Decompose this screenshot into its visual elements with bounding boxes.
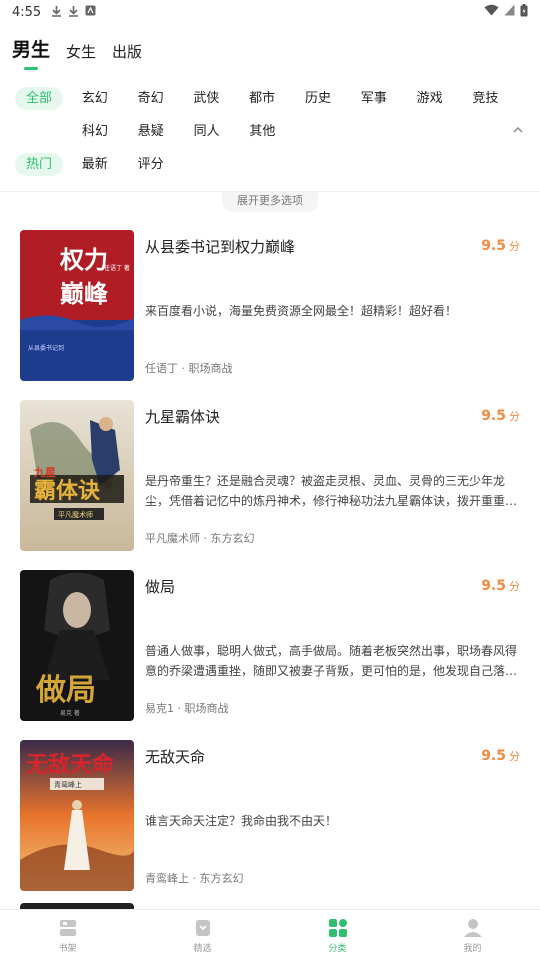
book-list: 权力 巅峰 从县委书记到 任语丁 著 从县委书记到权力巅峰 9.5 分 来百度看小… [0, 212, 540, 910]
category-icon [327, 918, 349, 938]
genre-filter-row: 全部 玄幻 奇幻 武侠 都市 历史 军事 游戏 竞技 [0, 82, 540, 115]
book-meta: 易克1 · 职场商战 [145, 702, 229, 715]
filter-panel: 全部 玄幻 奇幻 武侠 都市 历史 军事 游戏 竞技 科幻 悬疑 同人 其他 热… [0, 70, 540, 212]
book-score: 9.5 分 [481, 578, 520, 594]
svg-text:青鸾峰上: 青鸾峰上 [54, 780, 82, 789]
book-cover: 权力 巅峰 从县委书记到 任语丁 著 [20, 230, 134, 381]
book-item[interactable]: 权力 巅峰 从县委书记到 任语丁 著 从县委书记到权力巅峰 9.5 分 来百度看小… [20, 230, 520, 400]
book-cover: 霸体诀 九星 平凡魔术师 [20, 400, 134, 551]
filter-chip-kehuan[interactable]: 科幻 [71, 120, 119, 143]
filter-chip-junshi[interactable]: 军事 [350, 87, 398, 110]
sort-chip-rating[interactable]: 评分 [127, 153, 175, 176]
book-cover: 无敌天命 青鸾峰上 [20, 740, 134, 891]
signal-icon [504, 4, 515, 20]
nav-featured[interactable]: 精选 [135, 910, 270, 961]
svg-text:霸体诀: 霸体诀 [34, 478, 100, 504]
profile-icon [462, 918, 484, 938]
book-info: 从县委书记到权力巅峰 9.5 分 来百度看小说，海量免费资源全网最全！超精彩！超好… [145, 230, 520, 381]
book-info: 做局 9.5 分 普通人做事，聪明人做式，高手做局。随着老板突然出事，职场春风得意… [145, 570, 520, 721]
cover-title-text: 权力 [59, 245, 108, 274]
filter-chip-qita[interactable]: 其他 [238, 120, 286, 143]
nav-label: 我的 [463, 943, 482, 954]
battery-icon [520, 3, 528, 21]
genre-filter-row-2: 科幻 悬疑 同人 其他 [0, 115, 540, 148]
featured-icon [192, 918, 214, 938]
tab-female[interactable]: 女生 [66, 41, 96, 70]
book-title: 九星霸体诀 [145, 408, 221, 426]
nav-bookshelf[interactable]: 书架 [0, 910, 135, 961]
book-title: 做局 [145, 578, 176, 596]
book-description: 来百度看小说，海量免费资源全网最全！超精彩！超好看！ [145, 304, 458, 318]
filter-chip-youxi[interactable]: 游戏 [406, 87, 454, 110]
filter-chip-qihuan[interactable]: 奇幻 [127, 87, 175, 110]
tab-publish[interactable]: 出版 [112, 41, 142, 70]
sort-chip-hot[interactable]: 热门 [15, 153, 63, 176]
bottom-nav: 书架 精选 分类 我的 [0, 909, 540, 961]
svg-text:九星: 九星 [33, 465, 56, 479]
book-score: 9.5 分 [481, 408, 520, 424]
book-title: 无敌天命 [145, 748, 206, 766]
book-description: 普通人做事，聪明人做式，高手做局。随着老板突然出事，职场春风得意的乔梁遭遇重挫，… [145, 644, 518, 678]
download-icon [51, 5, 62, 20]
svg-text:做局: 做局 [35, 673, 96, 708]
tab-male[interactable]: 男生 [12, 35, 50, 70]
status-bar: 4:55 [0, 0, 540, 24]
book-cover: 做局 易克 著 [20, 570, 134, 721]
bookshelf-icon [57, 918, 79, 938]
book-info: 无敌天命 9.5 分 谁言天命天注定？我命由我不由天！ 青鸾峰上 · 东方玄幻 [145, 740, 520, 891]
book-score: 9.5 分 [481, 238, 520, 254]
filter-chip-all[interactable]: 全部 [15, 87, 63, 110]
book-item[interactable]: 做局 易克 著 做局 9.5 分 普通人做事，聪明人做式，高手做局。随着老板突然出… [20, 570, 520, 740]
book-description: 是丹帝重生？还是融合灵魂？被盗走灵根、灵血、灵骨的三无少年龙尘，凭借着记忆中的炼… [145, 474, 506, 508]
svg-text:易克 著: 易克 著 [60, 709, 80, 717]
book-info: 九星霸体诀 9.5 分 是丹帝重生？还是融合灵魂？被盗走灵根、灵血、灵骨的三无少年… [145, 400, 520, 551]
nav-category[interactable]: 分类 [270, 910, 405, 961]
filter-chip-jingji[interactable]: 竞技 [461, 87, 509, 110]
nav-label: 精选 [193, 943, 212, 954]
expand-more-button[interactable]: 展开更多选项 [222, 192, 318, 212]
filter-chip-lishi[interactable]: 历史 [294, 87, 342, 110]
book-item[interactable]: 无敌天命 青鸾峰上 无敌天命 9.5 分 谁言天命天注定？我命由我不由天！ 青鸾峰… [20, 740, 520, 910]
status-time: 4:55 [12, 4, 42, 20]
chevron-up-icon[interactable] [510, 122, 526, 138]
filter-chip-tongren[interactable]: 同人 [183, 120, 231, 143]
svg-text:巅峰: 巅峰 [60, 279, 108, 308]
wifi-icon [484, 4, 499, 20]
filter-chip-dushi[interactable]: 都市 [238, 87, 286, 110]
svg-text:从县委书记到: 从县委书记到 [28, 344, 64, 352]
book-meta: 平凡魔术师 · 东方玄幻 [145, 532, 255, 545]
nav-label: 书架 [58, 943, 77, 954]
download-icon [68, 5, 79, 20]
notification-icon [85, 5, 96, 19]
book-score: 9.5 分 [481, 748, 520, 764]
svg-text:无敌天命: 无敌天命 [26, 752, 115, 778]
filter-chip-xuanhuan[interactable]: 玄幻 [71, 87, 119, 110]
filter-chip-wuxia[interactable]: 武侠 [182, 87, 230, 110]
category-tabs: 男生 女生 出版 [0, 24, 540, 70]
book-item[interactable]: 霸体诀 九星 平凡魔术师 九星霸体诀 9.5 分 是丹帝重生？还是融合灵魂？被盗走… [20, 400, 520, 570]
book-meta: 青鸾峰上 · 东方玄幻 [145, 872, 244, 885]
svg-text:平凡魔术师: 平凡魔术师 [58, 510, 93, 519]
book-title: 从县委书记到权力巅峰 [145, 238, 296, 256]
filter-chip-xuanyi[interactable]: 悬疑 [127, 120, 175, 143]
sort-filter-row: 热门 最新 评分 [0, 148, 540, 181]
book-meta: 任语丁 · 职场商战 [145, 362, 233, 375]
svg-text:任语丁 著: 任语丁 著 [104, 264, 130, 272]
nav-label: 分类 [328, 943, 347, 954]
sort-chip-latest[interactable]: 最新 [71, 153, 119, 176]
nav-profile[interactable]: 我的 [405, 910, 540, 961]
book-description: 谁言天命天注定？我命由我不由天！ [145, 814, 338, 828]
